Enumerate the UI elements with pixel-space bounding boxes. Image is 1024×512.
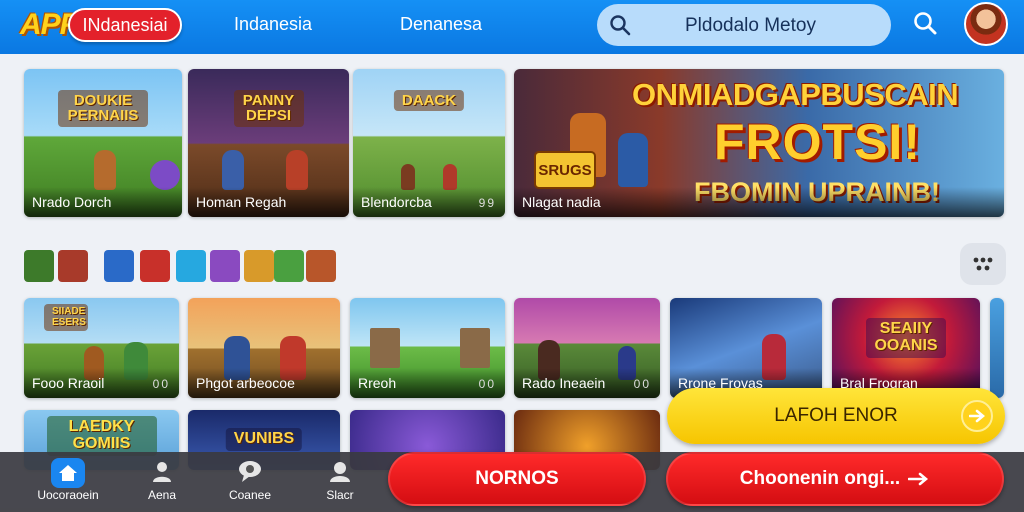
nornos-button[interactable]: NORNOS [388, 452, 646, 506]
nav-link-indanesia[interactable]: Indanesia [234, 14, 312, 35]
profile-icon [327, 458, 353, 489]
mini-game-icon[interactable] [176, 250, 206, 282]
tile-title: Nrado Dorch [32, 194, 112, 210]
bottom-nav-coanee[interactable]: Coanee [210, 456, 290, 508]
dots-icon [973, 257, 993, 271]
home-icon [51, 458, 85, 488]
game-logo: SEAIIY OOANIS [866, 318, 946, 358]
tile-title: Homan Regah [196, 194, 287, 210]
game-tile[interactable]: SEAIIY OOANIS Bral Frogran [832, 298, 980, 398]
mini-game-icon[interactable] [274, 250, 304, 282]
game-logo: DAACK [393, 89, 465, 112]
mini-game-icon[interactable] [140, 250, 170, 282]
game-logo: SIIADE ESERS [44, 304, 88, 331]
search-icon [609, 14, 631, 41]
launch-button-label: LAFOH ENOR [774, 405, 898, 426]
arrow-right-icon [908, 472, 929, 486]
game-tile[interactable]: Rado Ineaein 00 [514, 298, 660, 398]
choose-button-label: Choonenin ongi... [739, 468, 901, 489]
banner-badge: SRUGS [534, 151, 596, 189]
mini-game-icon[interactable] [210, 250, 240, 282]
mini-game-icon[interactable] [306, 250, 336, 282]
arrow-right-icon [961, 400, 993, 432]
game-tile[interactable]: Phgot arbeocoe [188, 298, 340, 398]
user-icon [149, 458, 175, 489]
game-tile[interactable]: PANNY DEPSI Homan Regah [188, 69, 349, 217]
language-selector[interactable]: INdanesiai [68, 8, 182, 42]
search-value: Pldodalo Metoy [685, 15, 816, 36]
game-tile[interactable]: Rreoh 00 [350, 298, 505, 398]
game-logo: VUNIBS [225, 428, 303, 451]
game-tile[interactable] [990, 298, 1004, 398]
game-tile[interactable]: DAACK Blendorcba 99 [353, 69, 505, 217]
game-logo: PANNY DEPSI [233, 89, 304, 128]
bottom-nav-label: Uocoraoein [37, 488, 99, 502]
bottom-nav-home[interactable]: Uocoraoein [28, 456, 108, 508]
banner-headline: ONMIADGAPBUSCAIN [632, 77, 959, 112]
bottom-nav-aena[interactable]: Aena [122, 456, 202, 508]
mini-game-icon[interactable] [244, 250, 274, 282]
search-icon[interactable] [912, 10, 938, 41]
launch-button[interactable]: LAFOH ENOR [667, 388, 1005, 444]
mini-game-icon[interactable] [58, 250, 88, 282]
game-tile[interactable]: DOUKIE PERNAIIS Nrado Dorch [24, 69, 182, 217]
game-logo: DOUKIE PERNAIIS [58, 89, 148, 128]
choose-button[interactable]: Choonenin ongi... [666, 452, 1004, 506]
bottom-nav-label: Slacr [326, 488, 354, 502]
more-options-button[interactable] [960, 243, 1006, 285]
tile-title: Rado Ineaein [522, 375, 606, 391]
banner-caption: Nlagat nadia [522, 194, 601, 210]
tile-title: Phgot arbeocoe [196, 375, 295, 391]
chat-icon [236, 458, 264, 489]
nav-link-denanesa[interactable]: Denanesa [400, 14, 482, 35]
bottom-nav-label: Coanee [228, 488, 272, 502]
bottom-nav-slacr[interactable]: Slacr [300, 456, 380, 508]
game-logo: LAEDKY GOMIIS [46, 416, 157, 456]
tile-title: Rreoh [358, 375, 397, 391]
tile-title: Fooo Rraoil [32, 375, 105, 391]
mini-game-icon[interactable] [104, 250, 134, 282]
mini-game-icon[interactable] [24, 250, 54, 282]
bottom-nav-label: Aena [147, 488, 177, 502]
search-input[interactable]: Pldodalo Metoy [597, 4, 891, 46]
game-tile[interactable]: SIIADE ESERS Fooo Rraoil 00 [24, 298, 179, 398]
tile-title: Blendorcba [361, 194, 432, 210]
avatar[interactable] [964, 2, 1008, 46]
game-tile[interactable]: Rrone Frovas [670, 298, 822, 398]
top-header: APP INdanesiai Indanesia Denanesa Pldoda… [0, 0, 1024, 54]
promo-banner[interactable]: SRUGS ONMIADGAPBUSCAIN FROTSI! FBOMIN UP… [514, 69, 1004, 217]
banner-title: FROTSI! [714, 114, 921, 170]
